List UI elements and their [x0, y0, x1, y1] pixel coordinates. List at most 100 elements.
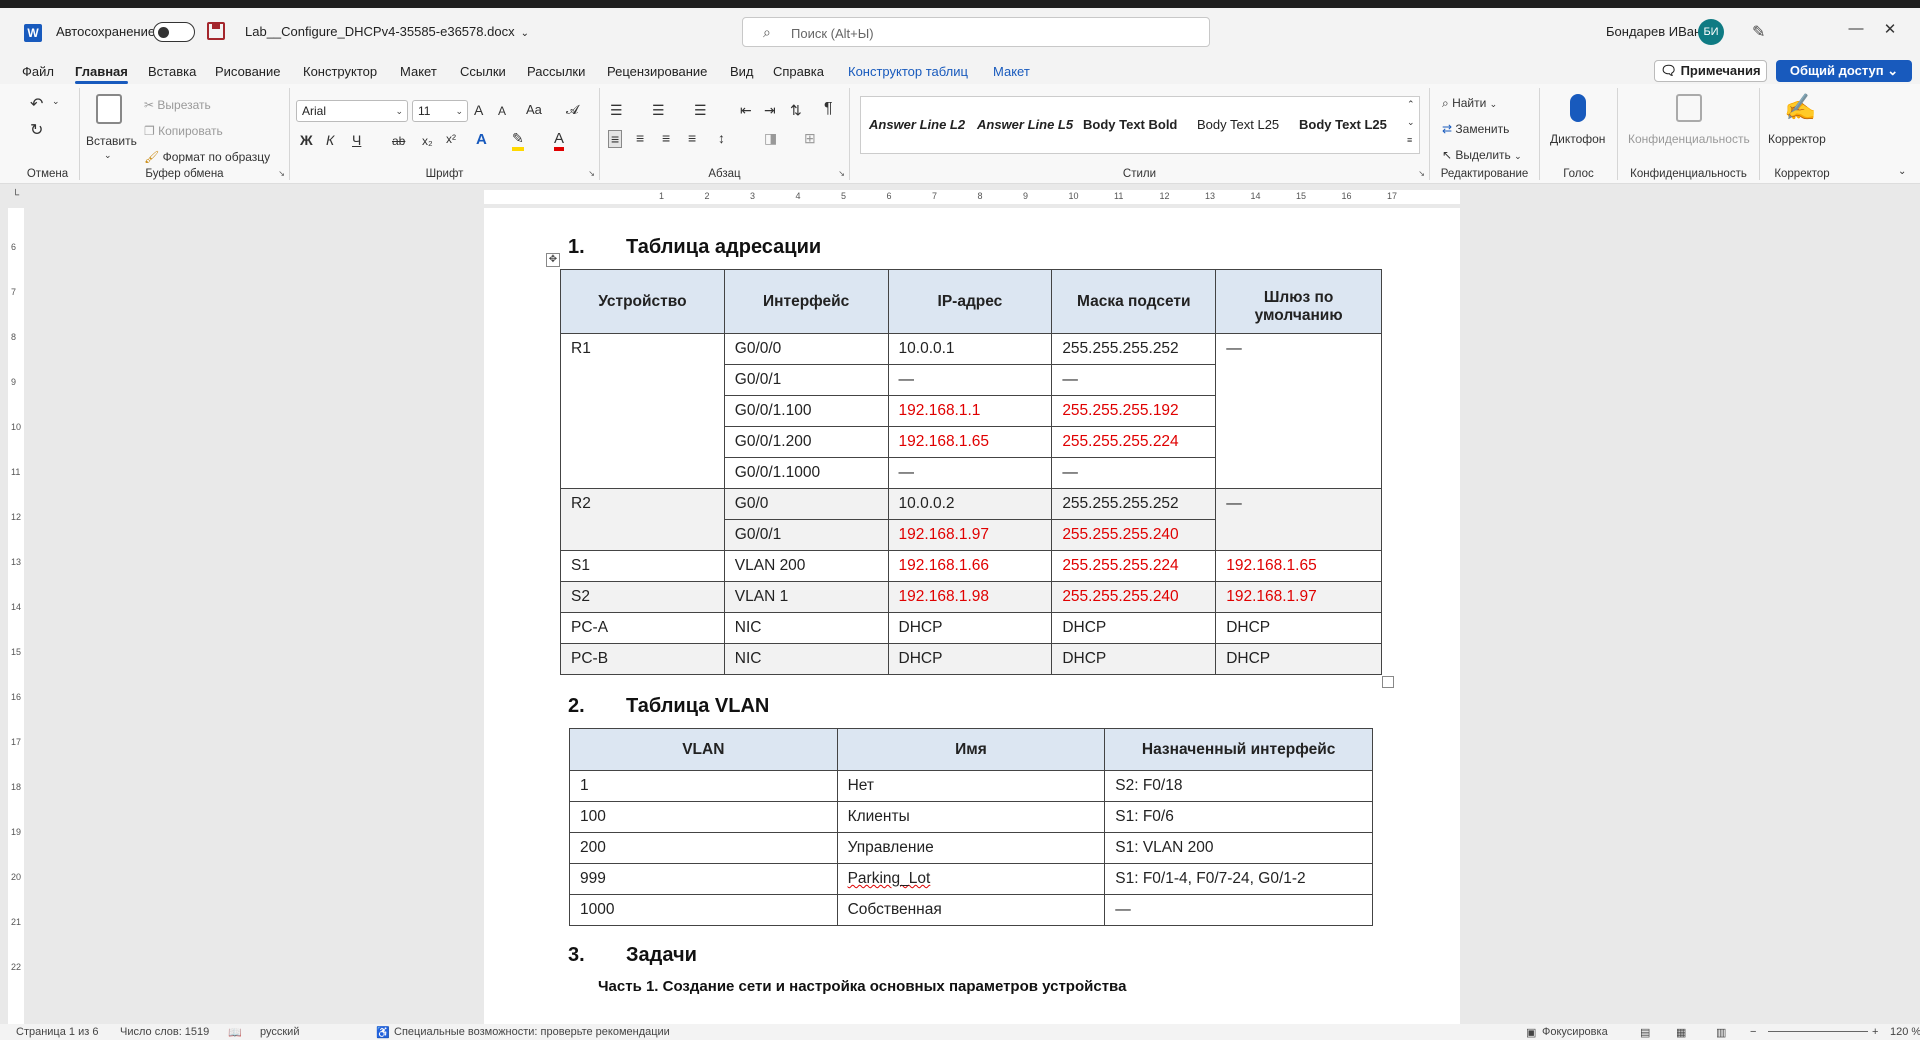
table-cell[interactable]: DHCP	[887, 612, 1053, 644]
copy-button[interactable]: ❐ Копировать	[144, 124, 223, 138]
style-body-text-l25[interactable]: Body Text L25	[1197, 117, 1279, 132]
table-cell-device[interactable]: PC-B	[560, 643, 725, 675]
editor-button[interactable]: Корректор	[1768, 132, 1826, 146]
tab-help[interactable]: Справка	[773, 64, 824, 79]
pen-icon[interactable]: ✎	[1752, 22, 1765, 42]
clear-format-icon[interactable]: 𝓐	[566, 102, 579, 118]
print-layout-icon[interactable]: ▦	[1676, 1026, 1686, 1039]
align-right-icon[interactable]: ≡	[662, 130, 670, 146]
sensitivity-button[interactable]: Конфиденциальность	[1628, 132, 1750, 146]
zoom-level[interactable]: 120 %	[1890, 1026, 1920, 1038]
table-cell[interactable]: 255.255.255.224	[1051, 426, 1217, 458]
grow-font-icon[interactable]: A	[474, 102, 483, 118]
table-cell[interactable]: 255.255.255.240	[1051, 581, 1217, 613]
table-cell[interactable]: 255.255.255.252	[1051, 488, 1217, 520]
table-cell[interactable]: 255.255.255.192	[1051, 395, 1217, 427]
tab-file[interactable]: Файл	[22, 64, 54, 79]
style-body-text-l25-bold[interactable]: Body Text L25	[1299, 117, 1387, 132]
collapse-ribbon-icon[interactable]: ⌄	[1898, 166, 1906, 177]
table-cell[interactable]: G0/0/0	[723, 333, 889, 365]
save-icon[interactable]	[207, 22, 225, 40]
accessibility-icon[interactable]: ♿	[376, 1026, 390, 1039]
close-icon[interactable]: ✕	[1880, 20, 1900, 38]
styles-scroll-up-icon[interactable]: ⌃	[1407, 99, 1415, 110]
sort-icon[interactable]: ⇅	[790, 102, 802, 119]
decrease-indent-icon[interactable]: ⇤	[740, 102, 752, 119]
table-cell[interactable]: G0/0	[723, 488, 889, 520]
tab-design[interactable]: Конструктор	[303, 64, 377, 79]
styles-launcher-icon[interactable]: ↘	[1418, 169, 1425, 178]
table-cell-gateway[interactable]: —	[1215, 488, 1382, 551]
font-color-icon[interactable]: A	[554, 130, 565, 151]
table-cell[interactable]: 192.168.1.65	[887, 426, 1053, 458]
table-cell[interactable]: —	[1104, 894, 1373, 926]
bold-button[interactable]: Ж	[300, 132, 313, 148]
paste-icon[interactable]	[96, 94, 122, 124]
table-cell-device[interactable]: R2	[560, 488, 725, 551]
tab-home[interactable]: Главная	[75, 64, 128, 84]
justify-icon[interactable]: ≡	[688, 130, 696, 146]
zoom-out-icon[interactable]: −	[1750, 1026, 1756, 1038]
shading-icon[interactable]: ◨	[764, 130, 777, 147]
bullets-icon[interactable]: ☰	[610, 102, 623, 119]
text-effects-icon[interactable]: A	[476, 131, 487, 148]
table-cell[interactable]: 10.0.0.2	[887, 488, 1053, 520]
borders-icon[interactable]: ⊞	[804, 130, 816, 147]
focus-icon[interactable]: ▣	[1526, 1026, 1536, 1039]
editor-pen-icon[interactable]: ✍	[1784, 92, 1816, 123]
table-cell[interactable]: G0/0/1.1000	[723, 457, 889, 489]
table-cell[interactable]: 192.168.1.97	[887, 519, 1053, 551]
table-cell[interactable]: Клиенты	[836, 801, 1106, 833]
proofing-icon[interactable]: 📖	[228, 1026, 242, 1039]
tab-view[interactable]: Вид	[730, 64, 754, 79]
style-body-text-bold[interactable]: Body Text Bold	[1083, 117, 1177, 132]
table-cell[interactable]: NIC	[723, 612, 889, 644]
table-cell-device[interactable]: S2	[560, 581, 725, 613]
paste-button[interactable]: Вставить	[86, 134, 137, 148]
table-cell[interactable]: VLAN 200	[723, 550, 889, 582]
underline-button[interactable]: Ч	[352, 132, 361, 148]
table-cell[interactable]: S1: F0/6	[1104, 801, 1373, 833]
tab-mailings[interactable]: Рассылки	[527, 64, 585, 79]
tab-draw[interactable]: Рисование	[215, 64, 280, 79]
clipboard-launcher-icon[interactable]: ↘	[278, 169, 285, 178]
styles-more-icon[interactable]: ≡	[1407, 135, 1412, 145]
comments-button[interactable]: 🗨 Примечания	[1654, 60, 1767, 82]
word-count[interactable]: Число слов: 1519	[120, 1026, 209, 1038]
table-cell[interactable]: Управление	[836, 832, 1106, 864]
table-cell[interactable]: —	[1051, 457, 1217, 489]
table-cell-gateway[interactable]: —	[1215, 333, 1382, 489]
table-cell[interactable]: G0/0/1	[723, 364, 889, 396]
table-cell-gateway[interactable]: 192.168.1.97	[1215, 581, 1382, 613]
table-cell[interactable]: —	[1051, 364, 1217, 396]
page-count[interactable]: Страница 1 из 6	[16, 1026, 98, 1038]
document-page[interactable]: 1. Таблица адресации ✥ Устройство Интерфе…	[484, 208, 1460, 1024]
table-cell[interactable]: S2: F0/18	[1104, 770, 1373, 802]
change-case-button[interactable]: Aa	[526, 102, 542, 117]
minimize-icon[interactable]: —	[1846, 20, 1866, 37]
document-title[interactable]: Lab__Configure_DHCPv4-35585-e36578.docx ⌄	[245, 24, 529, 39]
autosave-toggle[interactable]	[153, 22, 195, 42]
dictate-button[interactable]: Диктофон	[1550, 132, 1605, 146]
table-cell[interactable]: —	[887, 364, 1053, 396]
table-resize-handle[interactable]	[1382, 676, 1394, 688]
table-cell[interactable]: 10.0.0.1	[887, 333, 1053, 365]
numbering-icon[interactable]: ☰	[652, 102, 665, 119]
table-cell[interactable]: Parking_Lot	[836, 863, 1106, 895]
table-cell[interactable]: 999	[569, 863, 838, 895]
replace-button[interactable]: ⇄ Заменить	[1442, 122, 1509, 136]
horizontal-ruler[interactable]: 1 2 3 4 5 6 7 8 9 10 11 12 13 14 15 16 17	[0, 184, 1920, 208]
share-button[interactable]: Общий доступ ⌄	[1776, 60, 1912, 82]
format-painter-button[interactable]: 🖌 Формат по образцу	[144, 150, 270, 164]
table-cell[interactable]: 192.168.1.1	[887, 395, 1053, 427]
language-indicator[interactable]: русский	[260, 1026, 299, 1038]
table-cell-device[interactable]: PC-A	[560, 612, 725, 644]
find-button[interactable]: ⌕ Найти ⌄	[1442, 96, 1497, 111]
italic-button[interactable]: К	[326, 132, 334, 148]
table-cell[interactable]: G0/0/1.200	[723, 426, 889, 458]
vertical-ruler[interactable]: 6 7 8 9 10 11 12 13 14 15 16 17 18 19 20 21 22	[8, 208, 24, 1024]
table-cell-gateway[interactable]: DHCP	[1215, 612, 1382, 644]
tab-table-design[interactable]: Конструктор таблиц	[848, 64, 968, 79]
font-size-select[interactable]: 11 ⌄	[412, 100, 468, 122]
tab-table-layout[interactable]: Макет	[993, 64, 1030, 79]
